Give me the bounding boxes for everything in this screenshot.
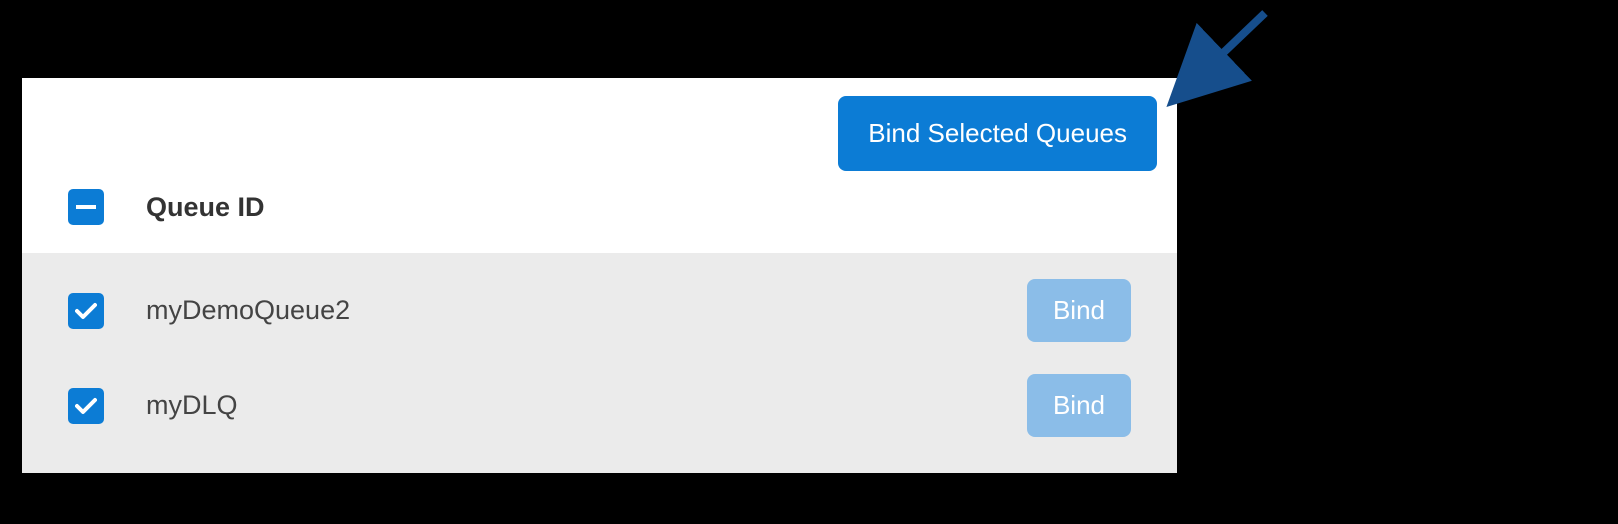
toolbar: Bind Selected Queues [22, 78, 1177, 171]
bind-row-button[interactable]: Bind [1027, 279, 1131, 342]
row-checkbox[interactable] [68, 388, 104, 424]
select-all-checkbox[interactable] [68, 189, 104, 225]
table-body: myDemoQueue2 Bind myDLQ Bind [22, 253, 1177, 473]
check-icon [75, 397, 97, 415]
table-header-row: Queue ID [22, 171, 1177, 253]
queue-id-cell: myDemoQueue2 [146, 295, 1027, 326]
queue-bind-panel: Bind Selected Queues Queue ID myDemoQueu… [22, 78, 1177, 473]
queue-id-cell: myDLQ [146, 390, 1027, 421]
table-row: myDLQ Bind [40, 358, 1159, 453]
minus-icon [76, 205, 96, 209]
bind-selected-queues-button[interactable]: Bind Selected Queues [838, 96, 1157, 171]
annotation-arrow-icon [1160, 8, 1280, 118]
queue-id-column-header: Queue ID [146, 192, 265, 223]
bind-row-button[interactable]: Bind [1027, 374, 1131, 437]
check-icon [75, 302, 97, 320]
row-checkbox[interactable] [68, 293, 104, 329]
table-row: myDemoQueue2 Bind [40, 263, 1159, 358]
